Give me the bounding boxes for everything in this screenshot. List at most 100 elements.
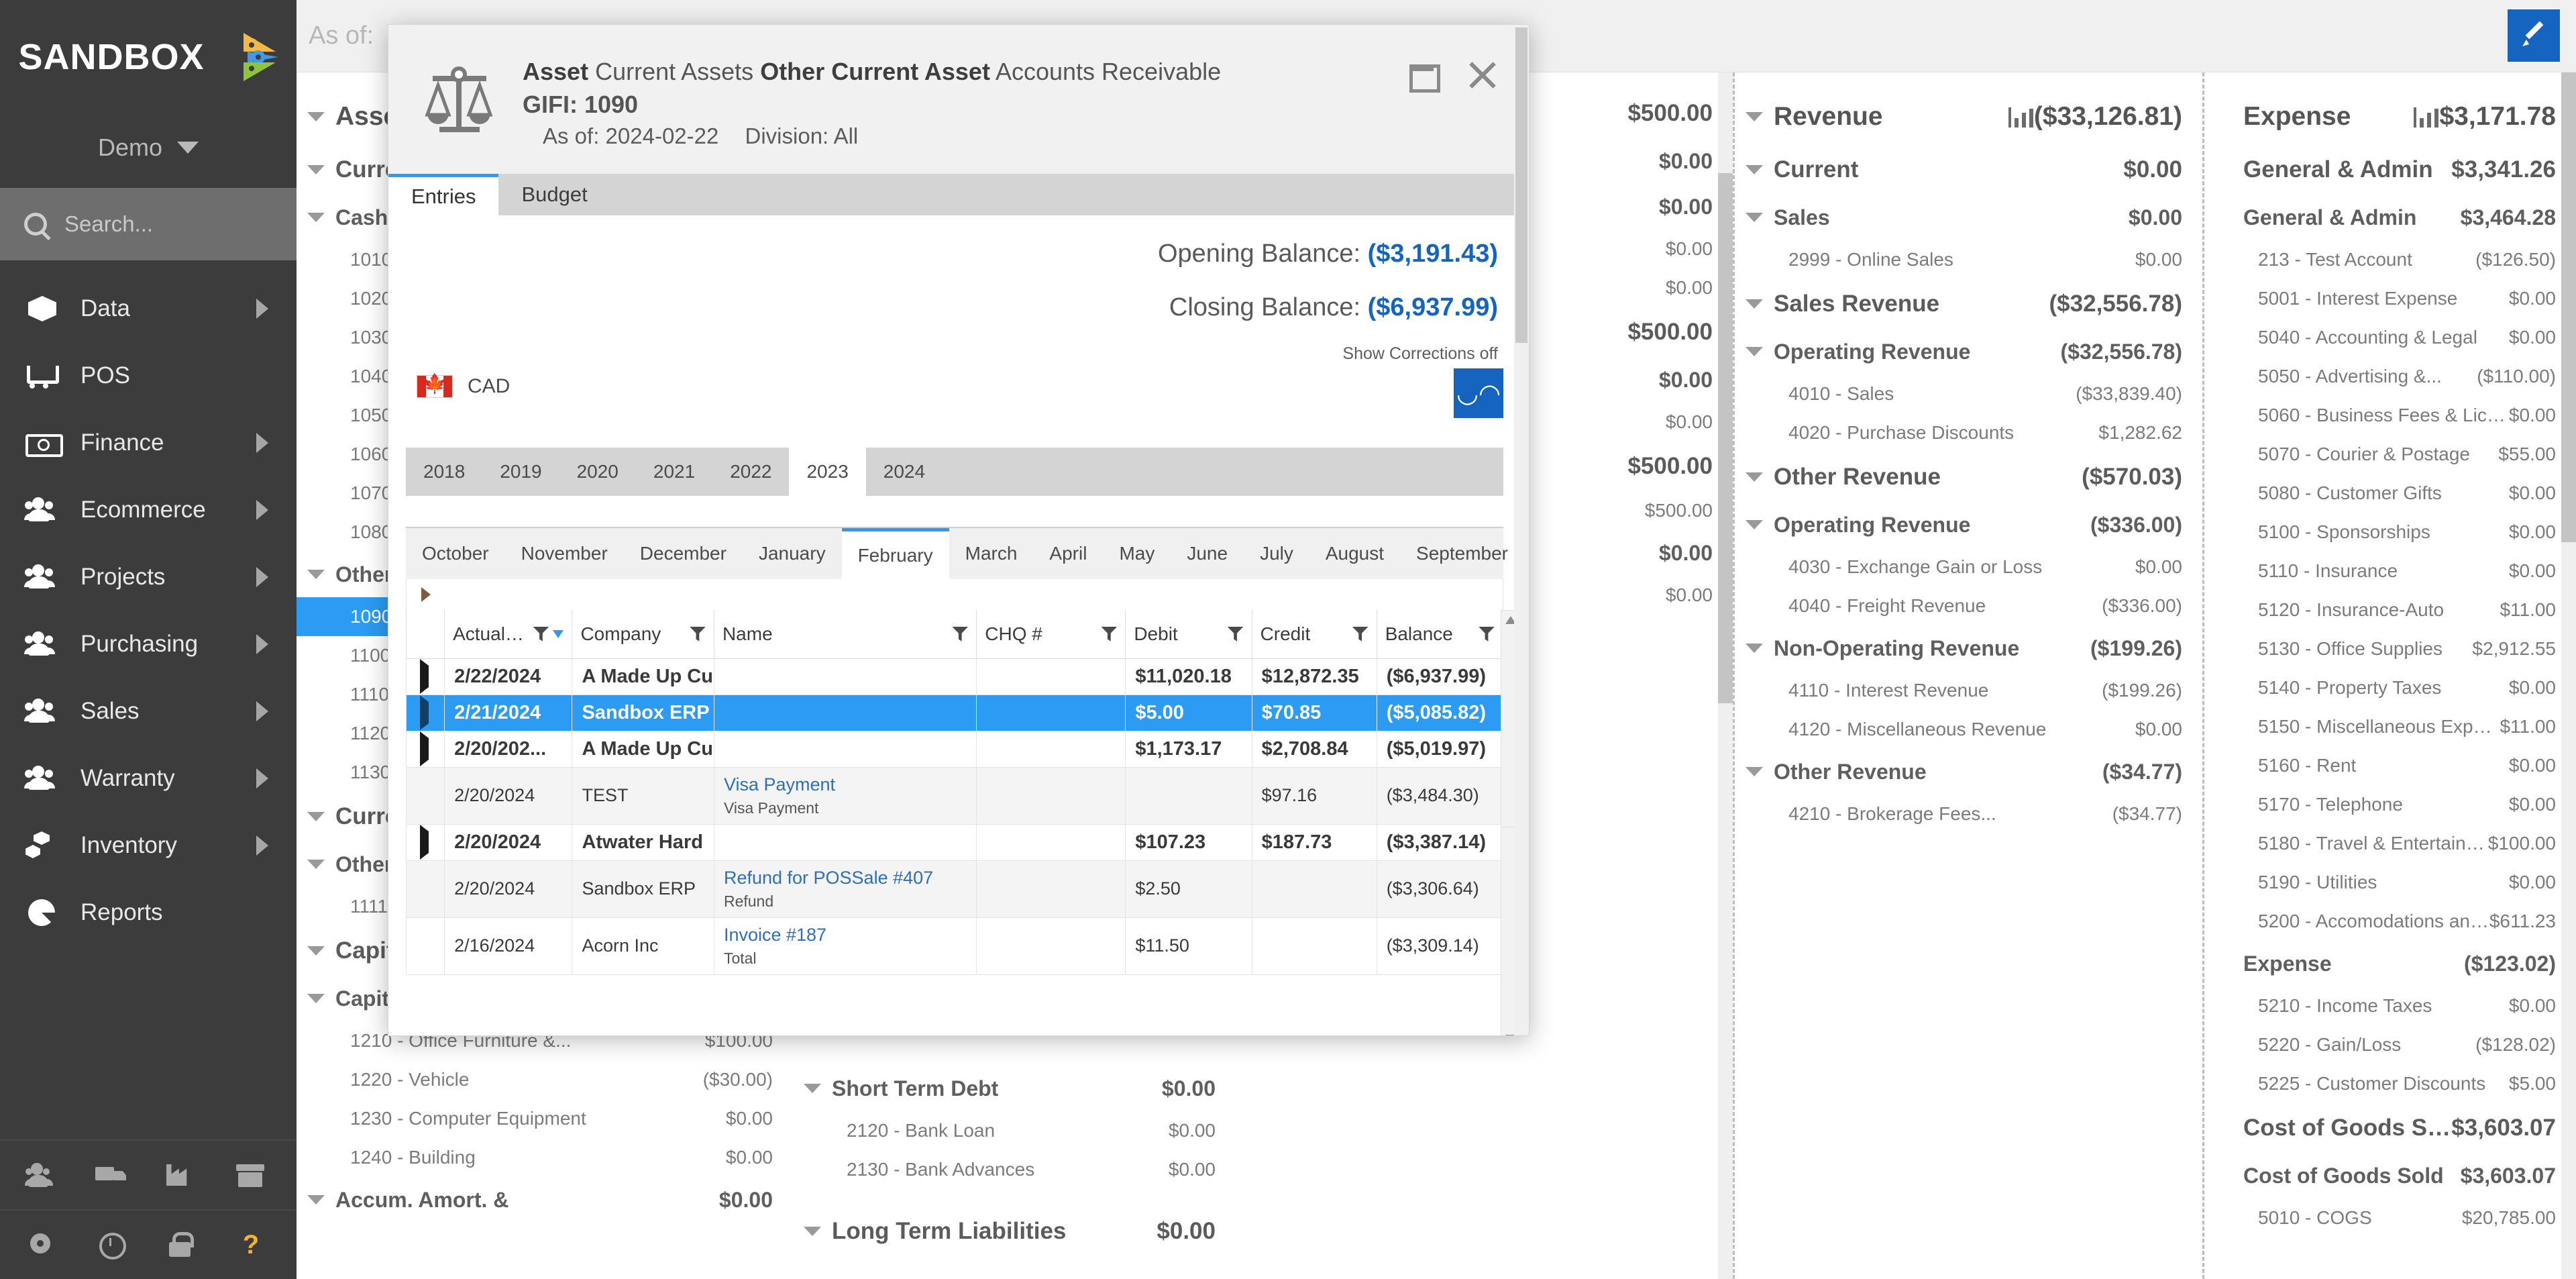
ledger-row[interactable]: Other Revenue ($570.03) <box>1735 452 2202 502</box>
expand-triangle-icon[interactable] <box>307 570 325 579</box>
year-tab-2018[interactable]: 2018 <box>406 448 482 496</box>
expand-triangle-icon[interactable] <box>1746 299 1763 309</box>
sidebar-item-reports[interactable]: Reports <box>0 879 297 946</box>
ledger-row[interactable]: 5070 - Courier & Postage $55.00 <box>2204 435 2576 474</box>
gear-icon[interactable] <box>24 1230 59 1260</box>
archive-icon[interactable] <box>233 1160 268 1190</box>
month-tab-march[interactable]: March <box>949 528 1034 579</box>
year-tab-2021[interactable]: 2021 <box>636 448 712 496</box>
ledger-row[interactable]: 5110 - Insurance $0.00 <box>2204 552 2576 591</box>
table-row[interactable]: 2/22/2024 A Made Up Cu $11,020.18 $12,872.3… <box>405 658 1504 695</box>
sidebar-search[interactable] <box>0 188 297 260</box>
expand-triangle-icon[interactable] <box>1746 347 1763 356</box>
grid-header-chq[interactable]: CHQ # <box>976 610 1126 659</box>
tab-budget[interactable]: Budget <box>498 174 610 215</box>
show-corrections-toggle[interactable]: ◡◠ <box>1454 368 1503 418</box>
grid-header-name[interactable]: Name <box>713 610 977 659</box>
sidebar-item-ecommerce[interactable]: Ecommerce <box>0 476 297 544</box>
expand-triangle-icon[interactable] <box>1746 644 1763 653</box>
month-tab-august[interactable]: August <box>1309 528 1400 579</box>
ledger-row[interactable]: 5170 - Telephone $0.00 <box>2204 785 2576 824</box>
ledger-row[interactable]: 4110 - Interest Revenue ($199.26) <box>1735 671 2202 710</box>
dialog-scrollbar[interactable] <box>1514 25 1529 1035</box>
expand-triangle-icon[interactable] <box>307 213 325 222</box>
ledger-row[interactable]: 213 - Test Account ($126.50) <box>2204 240 2576 279</box>
expand-triangle-icon[interactable] <box>804 1084 821 1093</box>
expand-triangle-icon[interactable] <box>307 165 325 174</box>
ledger-row[interactable]: 1220 - Vehicle ($30.00) <box>297 1060 793 1099</box>
ledger-row[interactable]: 5210 - Income Taxes $0.00 <box>2204 986 2576 1025</box>
month-tab-december[interactable]: December <box>624 528 743 579</box>
search-input[interactable] <box>64 211 266 237</box>
ledger-row[interactable]: Sales $0.00 <box>1735 195 2202 240</box>
filter-icon[interactable] <box>1101 626 1118 642</box>
ledger-row[interactable]: 4210 - Brokerage Fees... ($34.77) <box>1735 795 2202 833</box>
ledger-row[interactable]: Liability$0.00 <box>793 1274 1236 1279</box>
table-row[interactable]: 2/20/2024 TEST Visa Payment Visa Payment $97… <box>405 766 1504 825</box>
ledger-row[interactable]: General & Admin $3,464.28 <box>2204 195 2576 240</box>
truck-icon[interactable] <box>94 1160 129 1190</box>
ledger-row[interactable]: 5130 - Office Supplies $2,912.55 <box>2204 629 2576 668</box>
ledger-row[interactable]: General & Admin $3,341.26 <box>2204 145 2576 195</box>
ledger-row[interactable]: Revenue ($33,126.81) <box>1735 89 2202 145</box>
year-tab-2022[interactable]: 2022 <box>712 448 789 496</box>
dialog-scrollbar-thumb[interactable] <box>1515 28 1527 343</box>
grid-header-debit[interactable]: Debit <box>1125 610 1252 659</box>
ledger-row[interactable]: Expense $3,171.78 <box>2204 89 2576 145</box>
table-row[interactable]: 2/16/2024 Acorn Inc Invoice #187 Total $11.5… <box>405 917 1504 975</box>
sort-descending-icon[interactable] <box>553 629 564 638</box>
year-tab-2024[interactable]: 2024 <box>866 448 943 496</box>
ledger-row[interactable]: 4030 - Exchange Gain or Loss $0.00 <box>1735 548 2202 586</box>
month-tab-july[interactable]: July <box>1244 528 1309 579</box>
cell-name[interactable]: Visa Payment Visa Payment <box>713 766 977 825</box>
row-expander[interactable] <box>405 823 445 861</box>
month-tab-april[interactable]: April <box>1033 528 1103 579</box>
scrollbar-thumb[interactable] <box>2561 72 2576 542</box>
month-tab-may[interactable]: May <box>1103 528 1171 579</box>
sidebar-item-sales[interactable]: Sales <box>0 678 297 745</box>
cell-name[interactable]: Invoice #187 Total <box>713 917 977 975</box>
ledger-row[interactable]: 2130 - Bank Advances $0.00 <box>793 1150 1236 1189</box>
bar-chart-icon[interactable] <box>2414 106 2439 127</box>
expand-triangle-icon[interactable] <box>307 994 325 1003</box>
sidebar-item-data[interactable]: Data <box>0 275 297 342</box>
expand-triangle-icon[interactable] <box>307 860 325 869</box>
expand-triangle-icon[interactable] <box>1746 165 1763 174</box>
sidebar-item-pos[interactable]: POS <box>0 342 297 409</box>
amounts-scrollbar[interactable] <box>1718 72 1733 1279</box>
restore-icon[interactable] <box>1407 60 1440 93</box>
sidebar-item-finance[interactable]: Finance <box>0 409 297 476</box>
table-row[interactable]: 2/21/2024 Sandbox ERP $5.00 $70.85 ($5,085.8… <box>405 694 1504 731</box>
expand-triangle-icon[interactable] <box>1746 213 1763 222</box>
ledger-row[interactable]: 4010 - Sales ($33,839.40) <box>1735 374 2202 413</box>
ledger-row[interactable]: 1240 - Building $0.00 <box>297 1138 793 1177</box>
ledger-row[interactable]: 5080 - Customer Gifts $0.00 <box>2204 474 2576 513</box>
ledger-row[interactable]: 5120 - Insurance-Auto $11.00 <box>2204 591 2576 629</box>
filter-icon[interactable] <box>1352 626 1368 642</box>
ledger-row[interactable]: 5220 - Gain/Loss ($128.02) <box>2204 1025 2576 1064</box>
ledger-row[interactable]: 5150 - Miscellaneous Expenses $11.00 <box>2204 707 2576 746</box>
ledger-row[interactable]: 2999 - Online Sales $0.00 <box>1735 240 2202 279</box>
sidebar-item-purchasing[interactable]: Purchasing <box>0 611 297 678</box>
ledger-row[interactable]: Accum. Amort. & $0.00 <box>297 1177 793 1223</box>
ledger-row[interactable]: 5160 - Rent $0.00 <box>2204 746 2576 785</box>
close-icon[interactable] <box>1467 60 1498 91</box>
bar-chart-icon[interactable] <box>2008 106 2034 127</box>
ledger-row[interactable]: 5060 - Business Fees & Licenses$0.00 <box>2204 396 2576 435</box>
help-icon[interactable]: ? <box>233 1230 268 1260</box>
ledger-row[interactable]: 5050 - Advertising &... ($110.00) <box>2204 357 2576 396</box>
grid-header-expander[interactable] <box>405 610 445 659</box>
filter-icon[interactable] <box>1227 626 1244 642</box>
ledger-row[interactable]: Operating Revenue ($32,556.78) <box>1735 329 2202 374</box>
grid-header-balance[interactable]: Balance <box>1376 610 1504 659</box>
row-expander[interactable] <box>405 730 445 768</box>
ledger-row[interactable]: 5140 - Property Taxes $0.00 <box>2204 668 2576 707</box>
ledger-row[interactable]: 5190 - Utilities $0.00 <box>2204 863 2576 902</box>
table-row[interactable]: 2/20/2024 Atwater Hard $107.23 $187.73 ($3,3… <box>405 823 1504 861</box>
month-tab-january[interactable]: January <box>743 528 842 579</box>
month-tab-february[interactable]: February <box>841 528 949 579</box>
filter-icon[interactable] <box>952 626 969 642</box>
filter-icon[interactable] <box>689 626 706 642</box>
grid-header-actuald[interactable]: Actual D... <box>444 610 573 659</box>
cell-name[interactable]: Refund for POSSale #407 Refund <box>713 860 977 918</box>
